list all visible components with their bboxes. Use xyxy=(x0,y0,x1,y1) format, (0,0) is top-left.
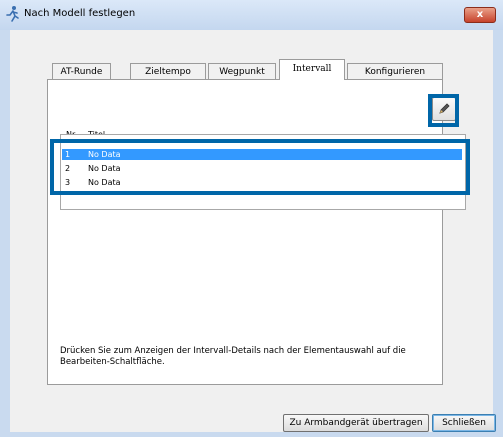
tab-zieltempo[interactable]: Zieltempo xyxy=(130,63,206,79)
app-runner-icon xyxy=(4,5,22,23)
window-title: Nach Modell festlegen xyxy=(24,8,136,19)
tab-wegpunkt[interactable]: Wegpunkt xyxy=(208,63,276,79)
tab-intervall[interactable]: Intervall xyxy=(279,59,345,80)
close-button[interactable]: Schließen xyxy=(432,414,496,432)
edit-button-highlight xyxy=(428,94,459,127)
transfer-to-watch-button[interactable]: Zu Armbandgerät übertragen xyxy=(283,414,429,432)
hint-text: Drücken Sie zum Anzeigen der Intervall-D… xyxy=(60,346,406,367)
tab-konfigurieren[interactable]: Konfigurieren xyxy=(347,63,443,79)
close-window-button[interactable]: x xyxy=(464,7,496,23)
tab-at-runde[interactable]: AT-Runde xyxy=(52,63,111,79)
list-highlight xyxy=(50,139,470,195)
tab-panel-intervall xyxy=(47,79,443,385)
title-bar[interactable]: Nach Modell festlegen x xyxy=(0,0,503,30)
